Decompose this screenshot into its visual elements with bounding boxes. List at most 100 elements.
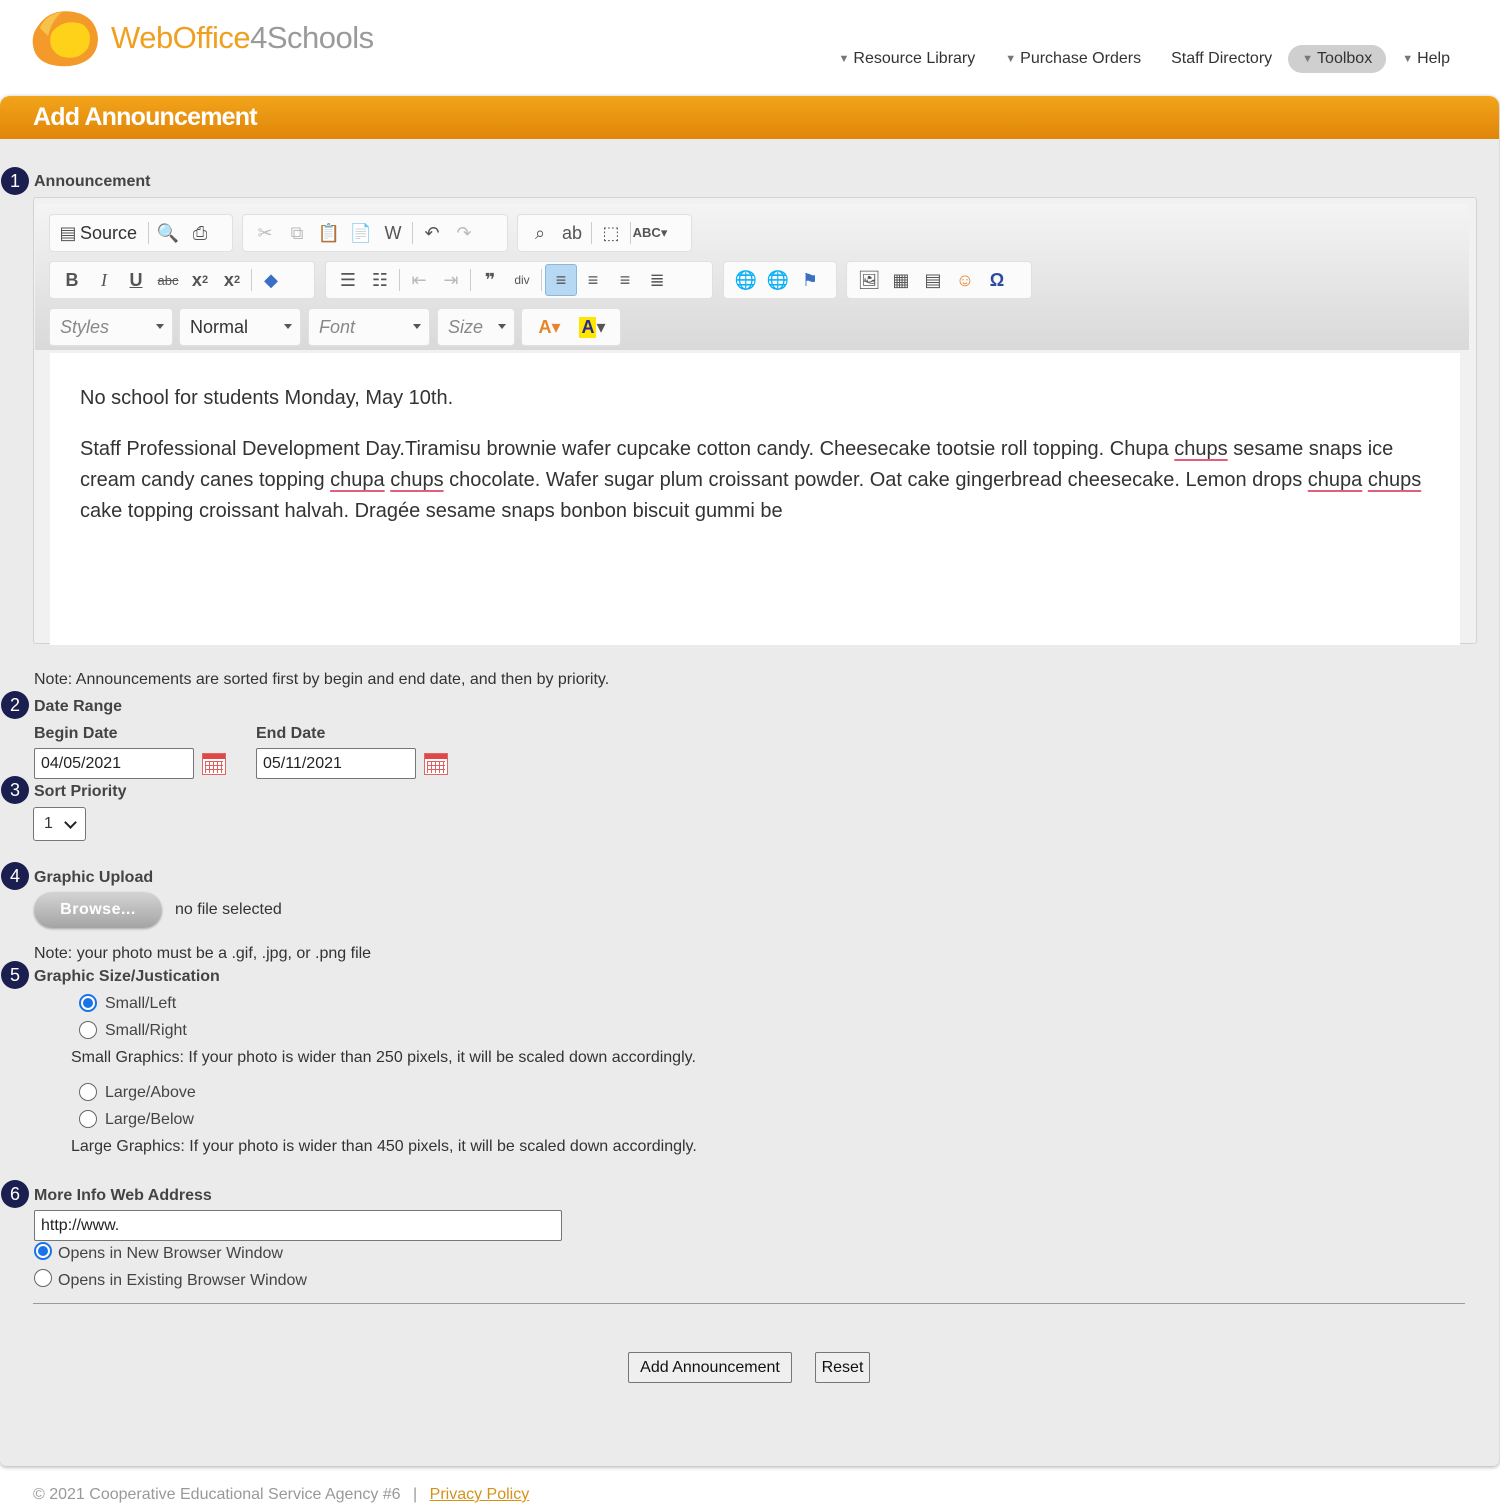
reset-button[interactable]: Reset	[815, 1352, 870, 1383]
sort-note: Note: Announcements are sorted first by …	[34, 671, 610, 688]
small-graphics-note: Small Graphics: If your photo is wider t…	[71, 1049, 696, 1066]
calendar-icon[interactable]	[202, 753, 226, 775]
large-graphics-note: Large Graphics: If your photo is wider t…	[71, 1138, 697, 1155]
brand-name[interactable]: WebOffice4Schools	[111, 20, 374, 56]
toolbar-separator	[591, 222, 592, 244]
align-right-icon[interactable]: ≡	[609, 264, 641, 296]
header: WebOffice4Schools ▼ Resource Library ▼ Pur…	[0, 0, 1500, 96]
nav-resource-library[interactable]: ▼ Resource Library	[825, 45, 990, 73]
dropdown-arrow-icon: ▼	[1302, 53, 1314, 65]
toolbar-group-insert: 🖼 ▦ ▤ ☺ Ω	[846, 261, 1032, 299]
browse-button[interactable]: Browse...	[34, 892, 162, 928]
text-color-icon[interactable]: A▾	[528, 311, 571, 343]
logo-icon	[32, 11, 98, 67]
toolbar-group-colors: A▾ A ▾	[521, 308, 621, 346]
toolbar-group-links: 🌐 🌐 ⚑	[723, 261, 837, 299]
calendar-icon[interactable]	[424, 753, 448, 775]
horizontal-line-icon[interactable]: ▤	[917, 264, 949, 296]
justify-icon[interactable]: ≣	[641, 264, 673, 296]
panel-header: Add Announcement	[0, 96, 1499, 139]
preview-icon[interactable]: 🔍	[152, 217, 184, 249]
step-badge: 4	[1, 862, 29, 890]
image-icon[interactable]: 🖼	[853, 264, 885, 296]
nav-staff-directory[interactable]: Staff Directory	[1157, 45, 1286, 73]
subscript-icon[interactable]: x2	[184, 264, 216, 296]
toolbar-separator	[148, 222, 150, 244]
sort-priority-select[interactable]: 1	[33, 807, 86, 841]
end-date-label: End Date	[256, 725, 326, 742]
radio-large-below[interactable]	[79, 1110, 97, 1128]
paste-icon[interactable]: 📋	[313, 217, 345, 249]
dropdown-arrow-icon: ▼	[1402, 53, 1414, 65]
toolbar-group-clipboard: ✂ ⧉ 📋 📄 W ↶ ↷	[242, 214, 508, 252]
paste-text-icon[interactable]: 📄	[345, 217, 377, 249]
numbered-list-icon[interactable]: ☰	[332, 264, 364, 296]
format-combo[interactable]: Normal	[179, 308, 301, 346]
toolbar-separator	[630, 222, 631, 244]
chevron-down-icon	[284, 324, 292, 329]
web-address-input[interactable]: http://www.	[34, 1210, 562, 1241]
undo-icon[interactable]: ↶	[416, 217, 448, 249]
source-button[interactable]: Source	[80, 223, 137, 244]
blockquote-icon[interactable]: ❞	[474, 264, 506, 296]
styles-combo[interactable]: Styles	[49, 308, 173, 346]
paste-word-icon[interactable]: W	[377, 217, 409, 249]
div-container-icon[interactable]: div	[506, 264, 538, 296]
editor-content[interactable]: No school for students Monday, May 10th.…	[50, 353, 1460, 645]
radio-small-right[interactable]	[79, 1021, 97, 1039]
underline-icon[interactable]: U	[120, 264, 152, 296]
nav-toolbox[interactable]: ▼ Toolbox	[1288, 45, 1387, 73]
radio-large-above[interactable]	[79, 1083, 97, 1101]
graphic-size-label: Graphic Size/Justication	[34, 968, 220, 985]
dropdown-arrow-icon: ▼	[1005, 53, 1017, 65]
step-badge: 6	[1, 1180, 29, 1208]
source-icon: ▤	[59, 222, 77, 243]
indent-icon[interactable]: ⇥	[435, 264, 467, 296]
remove-format-icon[interactable]: ◆	[255, 264, 287, 296]
radio-existing-window[interactable]	[34, 1269, 52, 1287]
superscript-icon[interactable]: x2	[216, 264, 248, 296]
toolbar-group-paragraph: ☰ ☷ ⇤ ⇥ ❞ div ≡ ≡ ≡ ≣	[325, 261, 713, 299]
radio-label: Large/Above	[105, 1084, 196, 1101]
find-icon[interactable]: ⌕	[524, 217, 556, 249]
radio-label: Opens in Existing Browser Window	[58, 1272, 307, 1289]
nav-purchase-orders[interactable]: ▼ Purchase Orders	[991, 45, 1155, 73]
end-date-input[interactable]: 05/11/2021	[256, 748, 416, 779]
special-char-icon[interactable]: Ω	[981, 264, 1013, 296]
spellcheck-icon[interactable]: ABC▾	[633, 217, 668, 249]
begin-date-input[interactable]: 04/05/2021	[34, 748, 194, 779]
radio-small-left[interactable]	[79, 994, 97, 1012]
copy-icon[interactable]: ⧉	[281, 217, 313, 249]
step-badge: 2	[1, 691, 29, 719]
font-combo[interactable]: Font	[308, 308, 430, 346]
content-line-1: No school for students Monday, May 10th.	[80, 387, 454, 409]
toolbar-separator	[399, 269, 400, 291]
smiley-icon[interactable]: ☺	[949, 264, 981, 296]
table-icon[interactable]: ▦	[885, 264, 917, 296]
align-left-icon[interactable]: ≡	[545, 264, 577, 296]
nav-help[interactable]: ▼ Help	[1388, 45, 1464, 73]
toolbar-separator	[412, 222, 413, 244]
unlink-icon[interactable]: 🌐	[762, 264, 794, 296]
replace-icon[interactable]: ab	[556, 217, 588, 249]
content-paragraph-2: Staff Professional Development Day.Tiram…	[80, 438, 1422, 522]
sort-priority-label: Sort Priority	[34, 783, 127, 800]
italic-icon[interactable]: I	[88, 264, 120, 296]
anchor-flag-icon[interactable]: ⚑	[794, 264, 826, 296]
select-all-icon[interactable]: ⬚	[595, 217, 627, 249]
size-combo[interactable]: Size	[437, 308, 515, 346]
redo-icon[interactable]: ↷	[448, 217, 480, 249]
bulleted-list-icon[interactable]: ☷	[364, 264, 396, 296]
link-icon[interactable]: 🌐	[730, 264, 762, 296]
bold-icon[interactable]: B	[56, 264, 88, 296]
cut-icon[interactable]: ✂	[249, 217, 281, 249]
strikethrough-icon[interactable]: abc	[152, 264, 184, 296]
print-icon[interactable]: ⎙	[184, 217, 216, 249]
radio-new-window[interactable]	[34, 1242, 52, 1260]
align-center-icon[interactable]: ≡	[577, 264, 609, 296]
add-announcement-button[interactable]: Add Announcement	[628, 1352, 792, 1383]
outdent-icon[interactable]: ⇤	[403, 264, 435, 296]
footer-separator: |	[413, 1486, 418, 1503]
background-color-icon[interactable]: A ▾	[571, 311, 614, 343]
privacy-policy-link[interactable]: Privacy Policy	[430, 1486, 530, 1503]
